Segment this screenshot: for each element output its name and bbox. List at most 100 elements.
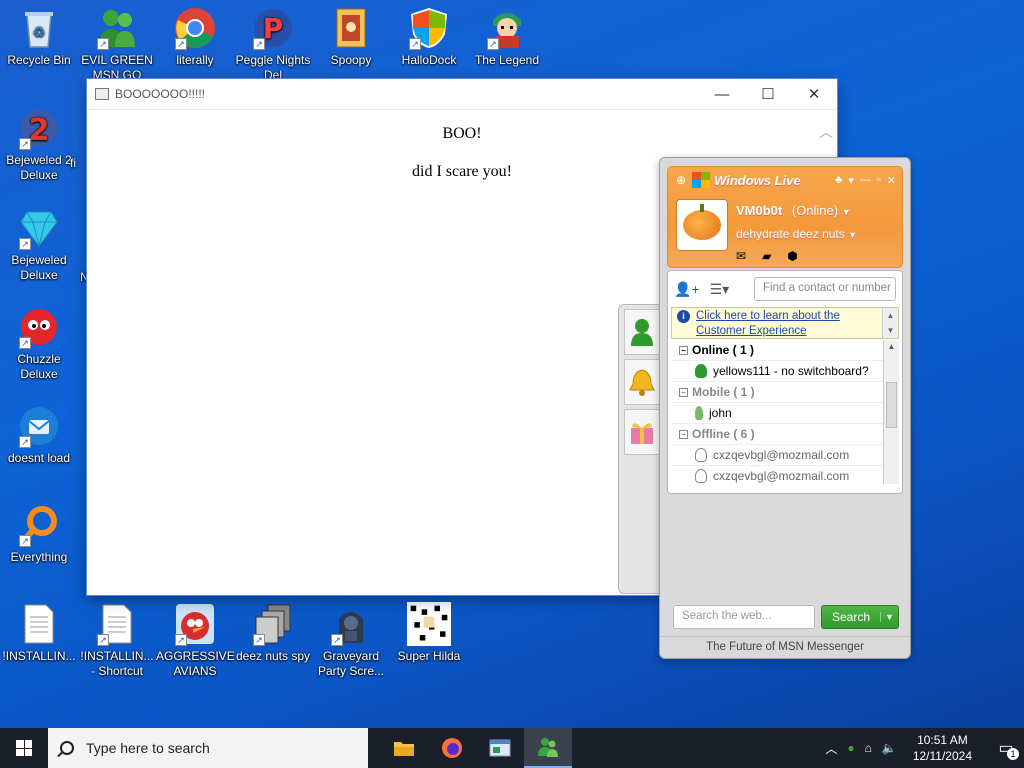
minimize-icon[interactable]: —	[860, 174, 871, 187]
desktop-icon-installing-shortcut[interactable]: ↗ !INSTALLIN... - Shortcut	[78, 602, 156, 679]
user-display-name[interactable]: VM0b0t (Online) ▼	[736, 203, 851, 218]
menu-chevron-icon[interactable]: ▾	[848, 174, 854, 187]
taskbar-app-window[interactable]	[476, 728, 524, 768]
taskbar-search[interactable]: Type here to search	[48, 728, 368, 768]
shortcut-arrow-icon: ↗	[19, 337, 31, 349]
offline-buddy-icon	[695, 448, 707, 462]
group-header-online[interactable]: − Online ( 1 )	[671, 340, 899, 361]
scroll-up-arrow-icon[interactable]: ▲	[884, 340, 899, 354]
desktop-icon-label: Spoopy	[330, 53, 372, 67]
contact-item[interactable]: cxzqevbgl@mozmail.com	[671, 466, 899, 484]
shortcut-arrow-icon: ↗	[19, 238, 31, 250]
status-dropdown-icon[interactable]: ▼	[842, 207, 851, 217]
tab-contacts[interactable]	[624, 309, 660, 355]
windows-flag-icon	[692, 172, 711, 188]
contact-name: cxzqevbgl@mozmail.com	[713, 448, 850, 462]
desktop-icon-label: HalloDock	[401, 53, 457, 67]
search-dropdown-icon[interactable]: ▼	[880, 612, 898, 622]
spoopy-icon	[329, 6, 373, 50]
desktop-icon-deez-nuts-spy[interactable]: ↗ deez nuts spy	[234, 602, 312, 664]
notification-center-button[interactable]: ▭ 1	[988, 728, 1024, 768]
customer-experience-link[interactable]: Click here to learn about the Customer E…	[696, 310, 840, 337]
messenger-header: ⊕ Windows Live ♣ ▾ — ▫ ✕ VM0b0t (Online)…	[667, 166, 903, 268]
folder-icon[interactable]: ▰	[762, 249, 771, 263]
notice-scroll[interactable]: ▲ ▼	[882, 308, 898, 338]
desktop-icon-super-hilda[interactable]: Super Hilda	[390, 602, 468, 664]
desktop-icon-spoopy[interactable]: Spoopy	[312, 6, 390, 68]
contact-name: yellows111 - no switchboard?	[713, 364, 869, 378]
search-button[interactable]: Search ▼	[821, 605, 899, 629]
desktop-icon-installing[interactable]: !INSTALLIN...	[0, 602, 78, 664]
close-button[interactable]: ✕	[791, 79, 837, 109]
network-icon[interactable]: ⌂	[865, 741, 872, 755]
messenger-footer: The Future of MSN Messenger	[660, 636, 910, 653]
desktop-icon-label: !INSTALLIN...	[2, 649, 76, 663]
tray-messenger-icon[interactable]: ●	[847, 741, 854, 755]
desktop-icon-everything[interactable]: ↗ Everything	[0, 503, 78, 565]
maximize-icon[interactable]: ▫	[877, 174, 881, 187]
scroll-thumb[interactable]	[886, 382, 897, 428]
view-options-icon[interactable]: ☰▾	[710, 281, 730, 298]
volume-icon[interactable]: 🔈	[882, 741, 897, 755]
shortcut-arrow-icon: ↗	[19, 436, 31, 448]
desktop-icon-bejeweled[interactable]: ↗ Bejeweled Deluxe	[0, 206, 78, 283]
web-search-input[interactable]: Search the web...	[673, 605, 815, 629]
window-app-icon	[489, 739, 511, 757]
contact-item[interactable]: john	[671, 403, 899, 424]
desktop-icon-aggressive-avians[interactable]: ↗ AGGRESSIVE AVIANS	[156, 602, 234, 679]
desktop-icon-recycle-bin[interactable]: ♻ Recycle Bin	[0, 6, 78, 68]
messenger-window: ⊕ Windows Live ♣ ▾ — ▫ ✕ VM0b0t (Online)…	[659, 157, 911, 659]
collapse-icon: −	[679, 429, 688, 439]
back-icon[interactable]: ⊕	[676, 173, 686, 187]
group-header-offline[interactable]: − Offline ( 6 )	[671, 424, 899, 445]
avatar[interactable]	[676, 199, 728, 251]
buddy-settings-icon[interactable]: ♣	[835, 174, 842, 187]
desktop-icon-hallodock[interactable]: ↗ HalloDock	[390, 6, 468, 68]
taskbar-app-firefox[interactable]	[428, 728, 476, 768]
system-clock[interactable]: 10:51 AM 12/11/2024	[907, 732, 978, 764]
start-button[interactable]	[0, 728, 48, 768]
desktop-icon-doesnt-load[interactable]: ↗ doesnt load	[0, 404, 78, 466]
desktop-icon-chuzzle[interactable]: ↗ Chuzzle Deluxe	[0, 305, 78, 382]
desktop-icon-literally[interactable]: ↗ literally	[156, 6, 234, 68]
maximize-button[interactable]: ☐	[745, 79, 791, 109]
tab-gifts[interactable]	[624, 409, 660, 455]
close-icon[interactable]: ✕	[887, 174, 896, 187]
add-contact-icon[interactable]: 👤+	[674, 281, 700, 298]
spaces-icon[interactable]: ⬢	[787, 249, 797, 263]
peggle-icon: P ↗	[251, 6, 295, 50]
scroll-up-icon[interactable]: ︿	[819, 122, 833, 142]
collapse-icon: −	[679, 387, 688, 397]
mail-icon[interactable]: ✉	[736, 249, 746, 263]
shortcut-arrow-icon: ↗	[175, 634, 187, 646]
contact-item[interactable]: yellows111 - no switchboard?	[671, 361, 899, 382]
clock-date: 12/11/2024	[912, 749, 972, 763]
contact-item[interactable]: cxzqevbgl@mozmail.com	[671, 445, 899, 466]
find-contact-input[interactable]: Find a contact or number	[754, 277, 896, 301]
taskbar-app-file-explorer[interactable]	[380, 728, 428, 768]
window-titlebar[interactable]: BOOOOOOO!!!!! — ☐ ✕	[87, 79, 837, 110]
text-file-icon	[17, 602, 61, 646]
brand-title: Windows Live	[714, 172, 801, 188]
desktop-icon-evil-green-msn[interactable]: ↗ EVIL GREEN MSN GO	[78, 6, 156, 83]
group-header-mobile[interactable]: − Mobile ( 1 )	[671, 382, 899, 403]
desktop-icon-bejeweled-2[interactable]: 2 ↗ Bejeweled 2 Deluxe	[0, 106, 78, 183]
window-title: BOOOOOOO!!!!!	[115, 87, 206, 101]
document-icon	[95, 88, 109, 100]
show-hidden-icons-chevron-icon[interactable]: ︿	[825, 740, 837, 757]
chuzzle-icon: ↗	[17, 305, 61, 349]
chrome-icon: ↗	[173, 6, 217, 50]
search-button-label: Search	[831, 610, 871, 624]
svg-text:P: P	[263, 12, 284, 45]
desktop-icon-graveyard-party[interactable]: ↗ Graveyard Party Scre...	[312, 602, 390, 679]
firefox-icon	[442, 738, 462, 758]
personal-message[interactable]: dehydrate deez nuts ▼	[736, 227, 857, 241]
message-dropdown-icon[interactable]: ▼	[848, 230, 857, 240]
contact-list-scrollbar[interactable]: ▲	[883, 340, 899, 484]
desktop-icon-the-legend[interactable]: ↗ The Legend	[468, 6, 546, 68]
desktop-icon-partial-f[interactable]: fi	[70, 156, 84, 171]
minimize-button[interactable]: —	[699, 79, 745, 109]
desktop-icon-peggle-nights[interactable]: P ↗ Peggle Nights Del	[234, 6, 312, 83]
tab-alerts[interactable]	[624, 359, 660, 405]
taskbar-app-msn-messenger[interactable]	[524, 728, 572, 768]
